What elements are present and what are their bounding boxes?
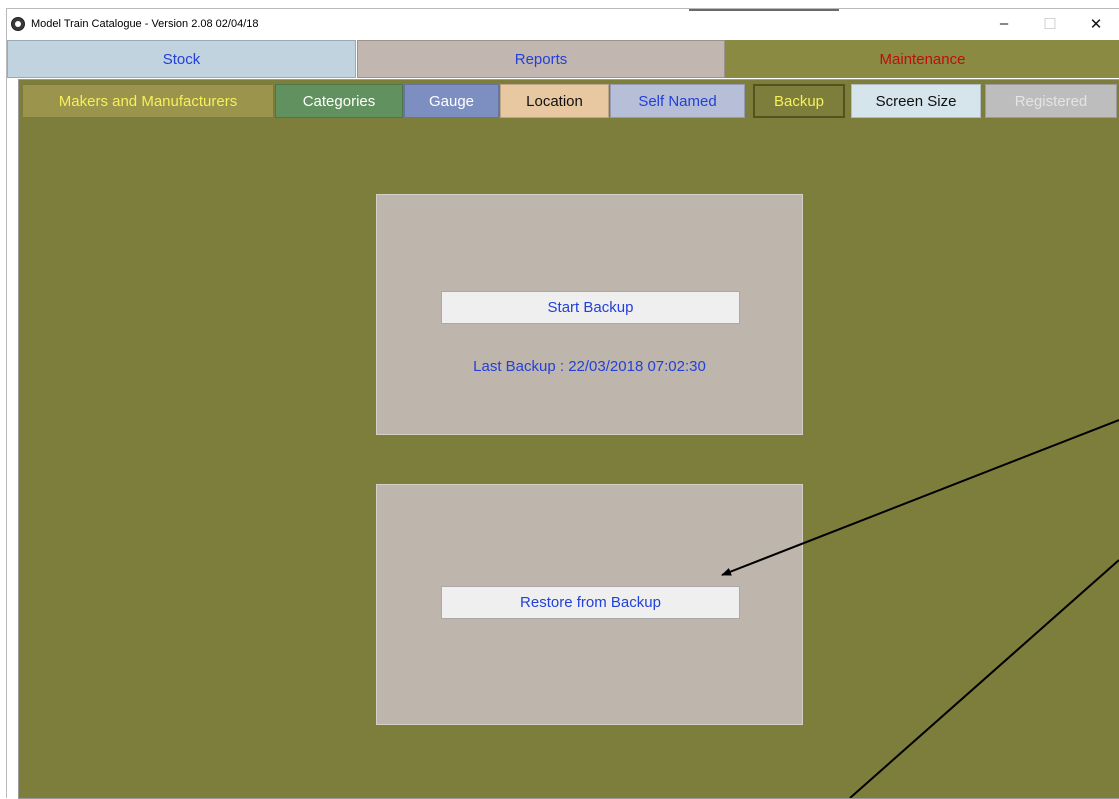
subtab-self-named[interactable]: Self Named	[610, 84, 745, 118]
subtab-location[interactable]: Location	[500, 84, 609, 118]
subtab-screen-size[interactable]: Screen Size	[851, 84, 981, 118]
app-window: Model Train Catalogue - Version 2.08 02/…	[6, 8, 1119, 799]
backup-card: Start Backup Last Backup : 22/03/2018 07…	[376, 194, 803, 435]
window-title: Model Train Catalogue - Version 2.08 02/…	[31, 17, 259, 30]
tab-reports[interactable]: Reports	[357, 40, 725, 78]
restore-backup-button[interactable]: Restore from Backup	[441, 586, 740, 619]
window-controls: – ☐ ✕	[981, 9, 1119, 38]
restore-card: Restore from Backup	[376, 484, 803, 725]
app-icon	[11, 16, 25, 31]
subtab-gauge[interactable]: Gauge	[404, 84, 499, 118]
tab-maintenance[interactable]: Maintenance	[725, 40, 1119, 78]
maintenance-panel: Makers and Manufacturers Categories Gaug…	[18, 79, 1119, 799]
minimize-button[interactable]: –	[981, 9, 1027, 38]
tab-stock[interactable]: Stock	[7, 40, 356, 78]
subtab-registered[interactable]: Registered	[985, 84, 1117, 118]
title-divider	[689, 9, 839, 11]
main-tab-bar: Stock Reports Maintenance	[7, 40, 1119, 78]
close-button[interactable]: ✕	[1073, 9, 1119, 38]
last-backup-text: Last Backup : 22/03/2018 07:02:30	[473, 358, 706, 375]
sub-tab-bar: Makers and Manufacturers Categories Gaug…	[19, 84, 1119, 118]
maximize-button[interactable]: ☐	[1027, 9, 1073, 38]
title-bar[interactable]: Model Train Catalogue - Version 2.08 02/…	[7, 9, 1119, 38]
subtab-backup[interactable]: Backup	[753, 84, 845, 118]
subtab-makers[interactable]: Makers and Manufacturers	[22, 84, 274, 118]
start-backup-button[interactable]: Start Backup	[441, 291, 740, 324]
subtab-categories[interactable]: Categories	[275, 84, 403, 118]
